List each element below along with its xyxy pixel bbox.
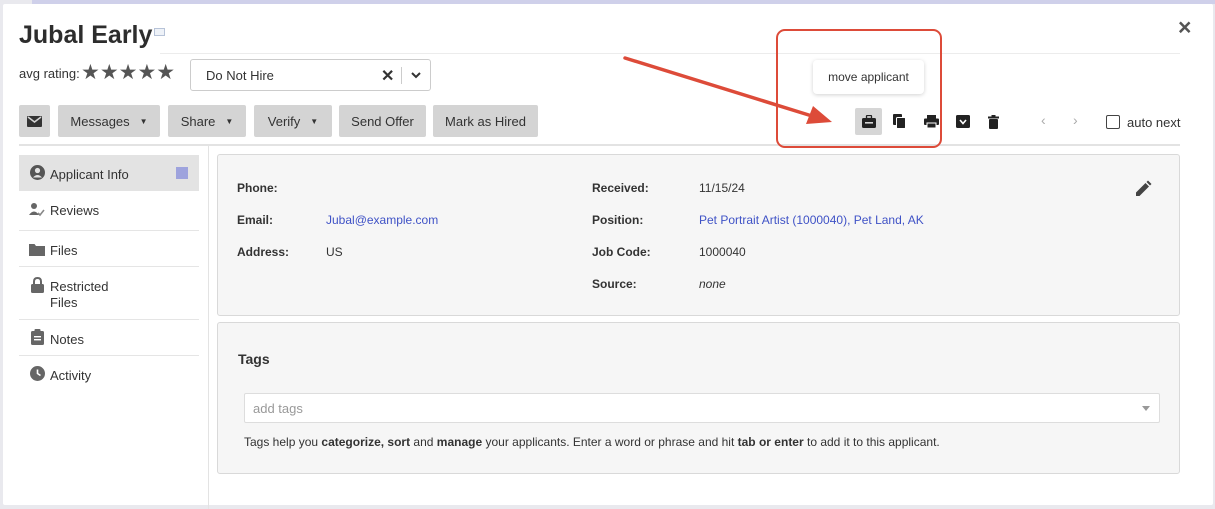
send-offer-label: Send Offer xyxy=(351,113,414,129)
email-label: Email: xyxy=(237,213,274,227)
screen: Jubal Early × avg rating: ★★★★★ Do Not H… xyxy=(0,0,1215,509)
email-button[interactable] xyxy=(19,105,50,137)
share-label: Share xyxy=(180,113,216,129)
address-value: US xyxy=(326,245,343,259)
email-link[interactable]: Jubal@example.com xyxy=(326,213,438,227)
sidebar-item-restricted-files[interactable]: Restricted Files xyxy=(19,267,199,318)
flag-icon xyxy=(154,28,165,36)
applicant-info-card: Phone: Email: Jubal@example.com Address:… xyxy=(217,154,1180,316)
sidebar-item-label: Activity xyxy=(50,368,92,383)
applicant-modal: Jubal Early × avg rating: ★★★★★ Do Not H… xyxy=(3,4,1213,509)
toolbar-divider xyxy=(19,144,1180,146)
source-value: none xyxy=(699,277,726,291)
close-button[interactable]: × xyxy=(1178,14,1191,41)
position-link[interactable]: Pet Portrait Artist (1000040), Pet Land,… xyxy=(699,213,924,227)
clock-icon xyxy=(29,365,45,381)
next-applicant-button[interactable]: › xyxy=(1073,112,1078,128)
trash-icon xyxy=(988,114,999,129)
reviews-icon xyxy=(29,201,45,217)
phone-label: Phone: xyxy=(237,181,278,195)
select-separator xyxy=(401,67,402,84)
tags-help-text: Tags help you categorize, sort and manag… xyxy=(244,435,940,449)
auto-next-label: auto next xyxy=(1127,115,1181,130)
sidebar-item-label: Files xyxy=(50,243,78,258)
clear-status-icon[interactable]: ✕ xyxy=(381,66,394,86)
rating-stars[interactable]: ★★★★★ xyxy=(81,60,175,85)
annotation-highlight-box xyxy=(776,29,942,148)
tags-card: Tags add tags Tags help you categorize, … xyxy=(217,322,1180,474)
archive-icon xyxy=(955,115,970,128)
clipboard-icon xyxy=(29,329,45,345)
send-offer-button[interactable]: Send Offer xyxy=(339,105,426,137)
sidebar-item-applicant-info[interactable]: Applicant Info xyxy=(19,155,199,191)
status-select[interactable]: Do Not Hire ✕ xyxy=(190,59,431,91)
received-value: 11/15/24 xyxy=(699,181,745,195)
dropdown-triangle-icon xyxy=(1142,406,1150,411)
person-icon xyxy=(29,164,45,180)
sidebar-item-notes[interactable]: Notes xyxy=(19,320,199,356)
archive-button[interactable] xyxy=(949,108,976,135)
sidebar-item-label: Reviews xyxy=(50,203,100,218)
tags-placeholder: add tags xyxy=(253,401,303,416)
job-code-value: 1000040 xyxy=(699,245,746,259)
status-value: Do Not Hire xyxy=(206,68,274,83)
mark-hired-label: Mark as Hired xyxy=(445,113,526,129)
mark-as-hired-button[interactable]: Mark as Hired xyxy=(433,105,538,137)
job-code-label: Job Code: xyxy=(592,245,651,259)
sidebar-divider-vertical xyxy=(208,146,209,509)
sidebar-item-label: Notes xyxy=(50,332,84,347)
sidebar-item-label-line2: Files xyxy=(50,295,78,310)
sidebar-item-label: Applicant Info xyxy=(50,167,129,182)
position-label: Position: xyxy=(592,213,644,227)
lock-icon xyxy=(29,277,45,293)
messages-label: Messages xyxy=(70,113,130,129)
verify-label: Verify xyxy=(267,113,301,129)
email-icon xyxy=(27,115,42,127)
previous-applicant-button[interactable]: ‹ xyxy=(1041,112,1046,128)
caret-down-icon: ▼ xyxy=(310,116,319,126)
sidebar-item-files[interactable]: Files xyxy=(19,231,199,267)
messages-button[interactable]: Messages ▼ xyxy=(58,105,160,137)
caret-down-icon: ▼ xyxy=(139,116,148,126)
applicant-name: Jubal Early xyxy=(19,21,153,49)
header-divider xyxy=(160,53,1180,54)
tags-input[interactable]: add tags xyxy=(244,393,1160,423)
sidebar-item-reviews[interactable]: Reviews xyxy=(19,191,199,227)
avg-rating-label: avg rating: xyxy=(19,66,80,81)
edit-pencil-icon[interactable] xyxy=(1134,180,1152,198)
verify-button[interactable]: Verify ▼ xyxy=(254,105,332,137)
auto-next-checkbox[interactable] xyxy=(1106,115,1120,129)
folder-icon xyxy=(29,241,45,257)
share-button[interactable]: Share ▼ xyxy=(168,105,246,137)
caret-down-icon: ▼ xyxy=(225,116,234,126)
sidebar-item-label: Restricted xyxy=(50,279,109,294)
delete-button[interactable] xyxy=(980,108,1007,135)
active-indicator xyxy=(176,167,188,179)
source-label: Source: xyxy=(592,277,637,291)
sidebar-item-activity[interactable]: Activity xyxy=(19,356,199,392)
address-label: Address: xyxy=(237,245,290,259)
chevron-down-icon[interactable] xyxy=(410,69,422,81)
tags-title: Tags xyxy=(238,351,270,367)
received-label: Received: xyxy=(592,181,649,195)
